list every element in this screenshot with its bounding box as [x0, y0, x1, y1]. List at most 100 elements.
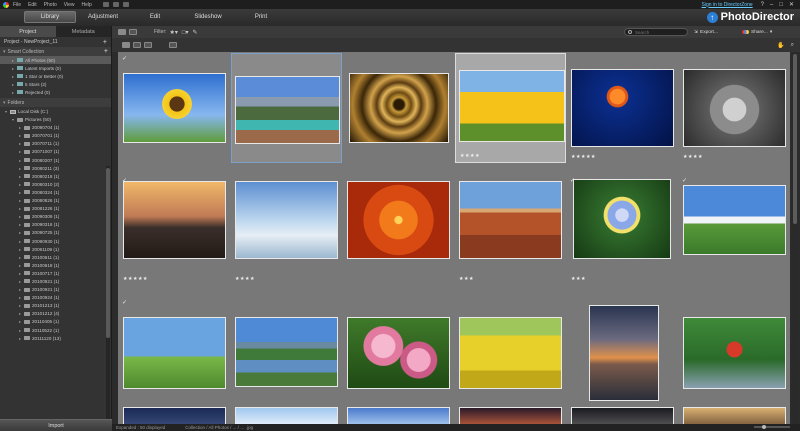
- folder-item[interactable]: ▸ 20070711 (1): [0, 140, 111, 148]
- photo-thumbnail[interactable]: ✓: [119, 53, 230, 163]
- rating-stars[interactable]: ★★★: [459, 276, 474, 282]
- add-project-icon[interactable]: +: [103, 39, 107, 46]
- tab-edit[interactable]: Edit: [140, 11, 170, 23]
- view-list-icon[interactable]: [129, 29, 137, 35]
- smart-collection-item[interactable]: ▸ All Photos (50): [0, 56, 111, 65]
- photo-thumbnail[interactable]: ★★★★★: [567, 53, 678, 163]
- minimize-button[interactable]: –: [770, 2, 773, 8]
- tab-metadata[interactable]: Metadata: [56, 26, 112, 37]
- photo-image-partial[interactable]: [235, 407, 338, 424]
- menu-view[interactable]: View: [64, 2, 75, 8]
- rating-stars[interactable]: ★★★★: [235, 276, 255, 282]
- folder-item[interactable]: ▸ 20100921 (1): [0, 286, 111, 294]
- help-button[interactable]: ?: [761, 2, 764, 8]
- folder-item[interactable]: ▸ 20101213 (1): [0, 302, 111, 310]
- search-input[interactable]: [635, 29, 685, 35]
- folder-item[interactable]: ▸ 20091109 (1): [0, 245, 111, 253]
- share-button[interactable]: Share... ▾: [742, 28, 772, 36]
- smart-collection-header[interactable]: ▾ Smart Collection +: [0, 47, 111, 56]
- folders-header[interactable]: ▾ Folders: [0, 98, 111, 108]
- photo-image-partial[interactable]: [459, 407, 562, 424]
- folder-item[interactable]: ▸ 20111120 (13): [0, 334, 111, 342]
- photo-thumbnail[interactable]: [343, 297, 454, 407]
- zoom-tool-icon[interactable]: ⌕: [791, 42, 794, 49]
- close-button[interactable]: ✕: [789, 1, 794, 8]
- photo-thumbnail[interactable]: [567, 297, 678, 407]
- tab-project[interactable]: Project: [0, 26, 56, 37]
- smart-collection-item[interactable]: ▸ 1 Star or Better (0): [0, 72, 111, 80]
- folder-item[interactable]: ▸ 20100821 (1): [0, 277, 111, 285]
- settings-icon[interactable]: [122, 2, 129, 7]
- photo-thumbnail[interactable]: [343, 175, 454, 285]
- folder-item[interactable]: ▸ 20090309 (1): [0, 213, 111, 221]
- filter-brush-icon[interactable]: ✎: [193, 29, 198, 36]
- photo-thumbnail[interactable]: [455, 297, 566, 407]
- folder-item[interactable]: ▸ 20071007 (1): [0, 148, 111, 156]
- folder-item[interactable]: ▸ 20080310 (2): [0, 180, 111, 188]
- photo-thumbnail[interactable]: [679, 297, 790, 407]
- grid-scrollbar[interactable]: [792, 52, 798, 424]
- folder-item[interactable]: ▸ 20080324 (1): [0, 188, 111, 196]
- smart-collection-item[interactable]: ▸ Latest Imports (0): [0, 64, 111, 72]
- menu-file[interactable]: File: [13, 2, 21, 8]
- menu-photo[interactable]: Photo: [44, 2, 57, 8]
- menu-help[interactable]: Help: [82, 2, 92, 8]
- smart-collection-item[interactable]: ▸ Rejected (0): [0, 88, 111, 96]
- photo-thumbnail[interactable]: [231, 53, 342, 163]
- folder-item[interactable]: ▸ 20100618 (1): [0, 261, 111, 269]
- folder-item[interactable]: ▸ 20070701 (1): [0, 132, 111, 140]
- hand-tool-icon[interactable]: ✋: [777, 42, 784, 49]
- redo-icon[interactable]: [112, 2, 119, 7]
- folder-item[interactable]: ▸ 20101212 (4): [0, 310, 111, 318]
- tab-slideshow[interactable]: Slideshow: [188, 11, 228, 23]
- sign-in-link[interactable]: Sign in to DirectorZone: [702, 2, 753, 8]
- tab-library[interactable]: Library: [24, 11, 76, 23]
- rating-stars[interactable]: ★★★: [571, 276, 586, 282]
- view-compare-icon[interactable]: [144, 42, 152, 48]
- rating-stars[interactable]: ★★★★: [460, 153, 480, 159]
- rating-stars[interactable]: ★★★★: [683, 154, 703, 160]
- flag-icon[interactable]: ✓: [122, 55, 127, 62]
- photo-image-partial[interactable]: [347, 407, 450, 424]
- folder-item[interactable]: ▸ 20110522 (1): [0, 326, 111, 334]
- photo-thumbnail[interactable]: [343, 53, 454, 163]
- photo-thumbnail[interactable]: ✓★★★: [567, 175, 678, 285]
- folder-item[interactable]: ▸ 20080826 (1): [0, 197, 111, 205]
- folder-item[interactable]: ▸ 20110405 (1): [0, 318, 111, 326]
- maximize-button[interactable]: □: [779, 2, 783, 8]
- flag-icon[interactable]: ✓: [122, 299, 127, 306]
- tab-print[interactable]: Print: [246, 11, 276, 23]
- smart-collection-item[interactable]: ▸ 5 Stars (2): [0, 80, 111, 88]
- undo-icon[interactable]: [102, 2, 109, 7]
- photo-thumbnail[interactable]: ✓★★★★★: [119, 175, 230, 285]
- folder-item[interactable]: ▸ 20100924 (1): [0, 294, 111, 302]
- photo-image-partial[interactable]: [571, 407, 674, 424]
- folder-item[interactable]: ▸ 20080207 (1): [0, 156, 111, 164]
- menu-edit[interactable]: Edit: [28, 2, 37, 8]
- folder-item[interactable]: ▸ 20080218 (1): [0, 172, 111, 180]
- folder-item[interactable]: ▸ 20090930 (1): [0, 237, 111, 245]
- folder-item[interactable]: ▸ 20081226 (1): [0, 205, 111, 213]
- folder-item[interactable]: ▸ 20090704 (1): [0, 124, 111, 132]
- export-button[interactable]: ⇲ Export...: [694, 28, 718, 36]
- filter-color-icon[interactable]: □▾: [182, 29, 189, 36]
- tab-adjustment[interactable]: Adjustment: [80, 11, 126, 23]
- pictures-folder-item[interactable]: ▾ Pictures (50): [0, 116, 111, 124]
- photo-thumbnail[interactable]: ★★★★: [231, 175, 342, 285]
- folder-item[interactable]: ▸ 20080211 (3): [0, 164, 111, 172]
- photo-thumbnail[interactable]: ✓: [119, 297, 230, 407]
- folder-item[interactable]: ▸ 20100717 (1): [0, 269, 111, 277]
- view-thumbnail-icon[interactable]: [122, 42, 130, 48]
- photo-image-partial[interactable]: [123, 407, 226, 424]
- photo-thumbnail[interactable]: ★★★★: [679, 53, 790, 163]
- add-collection-icon[interactable]: +: [104, 48, 108, 55]
- photo-thumbnail[interactable]: ✓: [679, 175, 790, 285]
- view-single-icon[interactable]: [133, 42, 141, 48]
- filter-rating-icon[interactable]: ★▾: [170, 29, 178, 36]
- search-box[interactable]: [624, 28, 688, 36]
- photo-thumbnail[interactable]: ★★★: [455, 175, 566, 285]
- rating-stars[interactable]: ★★★★★: [123, 276, 148, 282]
- local-disk-item[interactable]: ▾ Local Disk (C:): [0, 107, 111, 115]
- thumbnail-size-slider[interactable]: [754, 425, 790, 429]
- photo-image-partial[interactable]: [683, 407, 786, 424]
